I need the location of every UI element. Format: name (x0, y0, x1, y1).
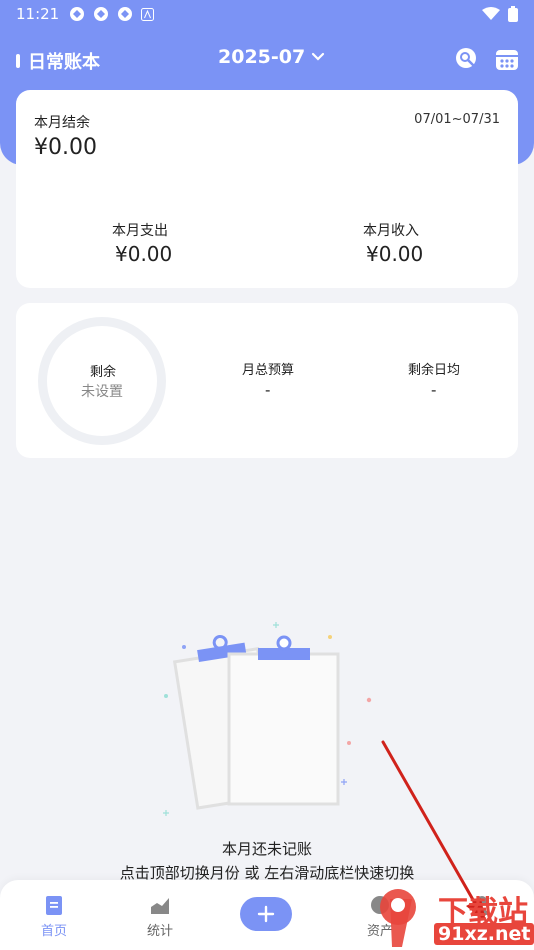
nav-stats-label: 统计 (146, 924, 173, 939)
system-icons (482, 6, 518, 22)
monthly-summary-card[interactable]: 本月结余 07/01~07/31 ¥0.00 本月支出 ¥0.00 本月收入 ¥… (16, 90, 518, 288)
month-selector[interactable]: 2025-07 (218, 46, 325, 68)
battery-icon (508, 6, 518, 22)
nav-home-label: 首页 (40, 924, 67, 939)
expense-value: ¥0.00 (115, 242, 173, 266)
balance-label: 本月结余 (34, 115, 90, 131)
empty-clipboard-illustration (163, 622, 372, 816)
chart-icon (151, 898, 169, 914)
date-range: 07/01~07/31 (414, 112, 500, 127)
app-notification-icon (141, 7, 155, 21)
status-bar: 11:21 (0, 0, 534, 28)
total-budget-value: - (265, 381, 271, 399)
nav-home[interactable]: 首页 (24, 894, 84, 939)
home-icon (46, 896, 62, 915)
plus-icon (257, 905, 275, 923)
daily-average-label: 剩余日均 (408, 363, 461, 378)
remain-value: 未设置 (81, 384, 123, 400)
book-indicator (16, 54, 20, 68)
expense-label: 本月支出 (112, 223, 168, 239)
chevron-down-icon (312, 52, 325, 61)
total-budget-label: 月总预算 (242, 363, 295, 378)
empty-state: 本月还未记账 点击顶部切换月份 或 左右滑动底栏快速切换 (0, 610, 534, 890)
balance-value: ¥0.00 (34, 135, 97, 160)
sync-icon (70, 7, 85, 21)
remain-label: 剩余 (90, 365, 117, 380)
calendar-icon[interactable] (494, 46, 520, 72)
budget-card[interactable]: 剩余 未设置 月总预算 - 剩余日均 - (16, 303, 518, 458)
add-record-button[interactable] (240, 897, 292, 931)
top-bar: 日常账本 2025-07 (0, 40, 534, 80)
watermark: 下载站 91xz.net (360, 885, 534, 950)
book-name: 日常账本 (28, 52, 100, 73)
nav-stats[interactable]: 统计 (130, 894, 190, 939)
income-label: 本月收入 (363, 223, 419, 239)
watermark-logo (380, 889, 416, 947)
empty-title: 本月还未记账 (221, 840, 312, 858)
sync-icon (118, 7, 133, 21)
sync-icon (94, 7, 109, 21)
daily-average-value: - (431, 381, 437, 399)
income-value: ¥0.00 (366, 242, 424, 266)
wifi-icon (482, 7, 500, 20)
notification-icons (69, 6, 155, 22)
status-time: 11:21 (16, 5, 60, 23)
watermark-url: 91xz.net (434, 923, 534, 945)
search-icon[interactable] (454, 46, 480, 72)
book-selector[interactable]: 日常账本 (16, 48, 100, 74)
month-label: 2025-07 (218, 46, 306, 68)
